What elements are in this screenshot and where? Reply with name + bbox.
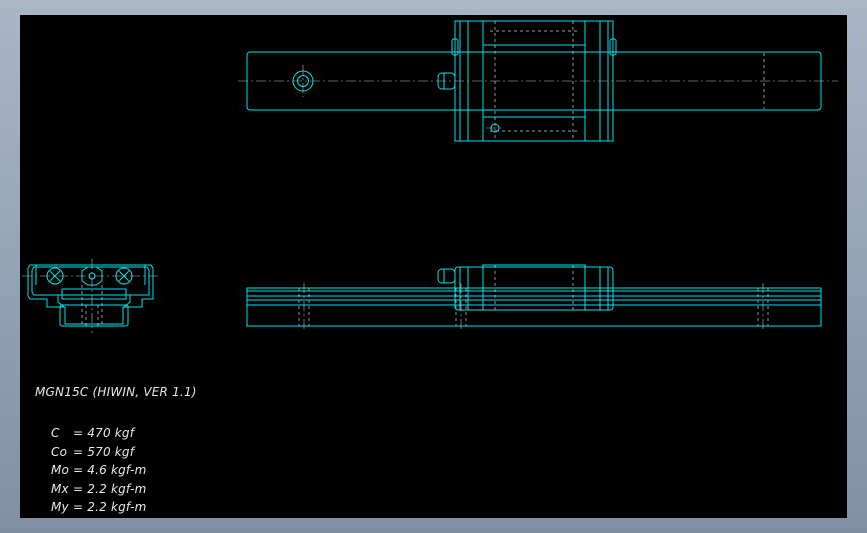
spec-line-my: My = 2.2 kgf-m — [35, 498, 197, 517]
specifications-block: MGN15C (HIWIN, VER 1.1) C = 470 kgf Co = 5… — [35, 385, 197, 517]
spec-line-mo: Mo = 4.6 kgf-m — [35, 461, 197, 480]
drawing-viewport[interactable]: .cy { fill: none; stroke: #00e5ee; strok… — [20, 15, 847, 518]
spec-value: = 570 kgf — [73, 444, 135, 459]
side-view — [246, 264, 822, 331]
top-view — [238, 20, 838, 142]
spec-value: = 4.6 kgf-m — [73, 463, 147, 477]
spec-symbol: Mx — [51, 481, 69, 496]
end-section-view — [22, 259, 160, 333]
spec-symbol: C — [51, 426, 60, 440]
spec-value: = 2.2 kgf-m — [73, 500, 147, 514]
spec-line-co: Co = 570 kgf — [35, 443, 197, 462]
spec-line-mx: Mx = 2.2 kgf-m — [35, 480, 197, 499]
spec-symbol: Mo — [51, 463, 70, 477]
spec-symbol: Co — [51, 444, 68, 459]
application-frame: .cy { fill: none; stroke: #00e5ee; strok… — [0, 0, 867, 533]
spec-symbol: My — [51, 500, 69, 514]
spec-value: = 470 kgf — [73, 426, 135, 440]
spec-value: = 2.2 kgf-m — [73, 481, 147, 496]
spec-title: MGN15C (HIWIN, VER 1.1) — [35, 385, 197, 399]
spec-line-c: C = 470 kgf — [35, 424, 197, 443]
rail-side-view — [246, 283, 822, 331]
